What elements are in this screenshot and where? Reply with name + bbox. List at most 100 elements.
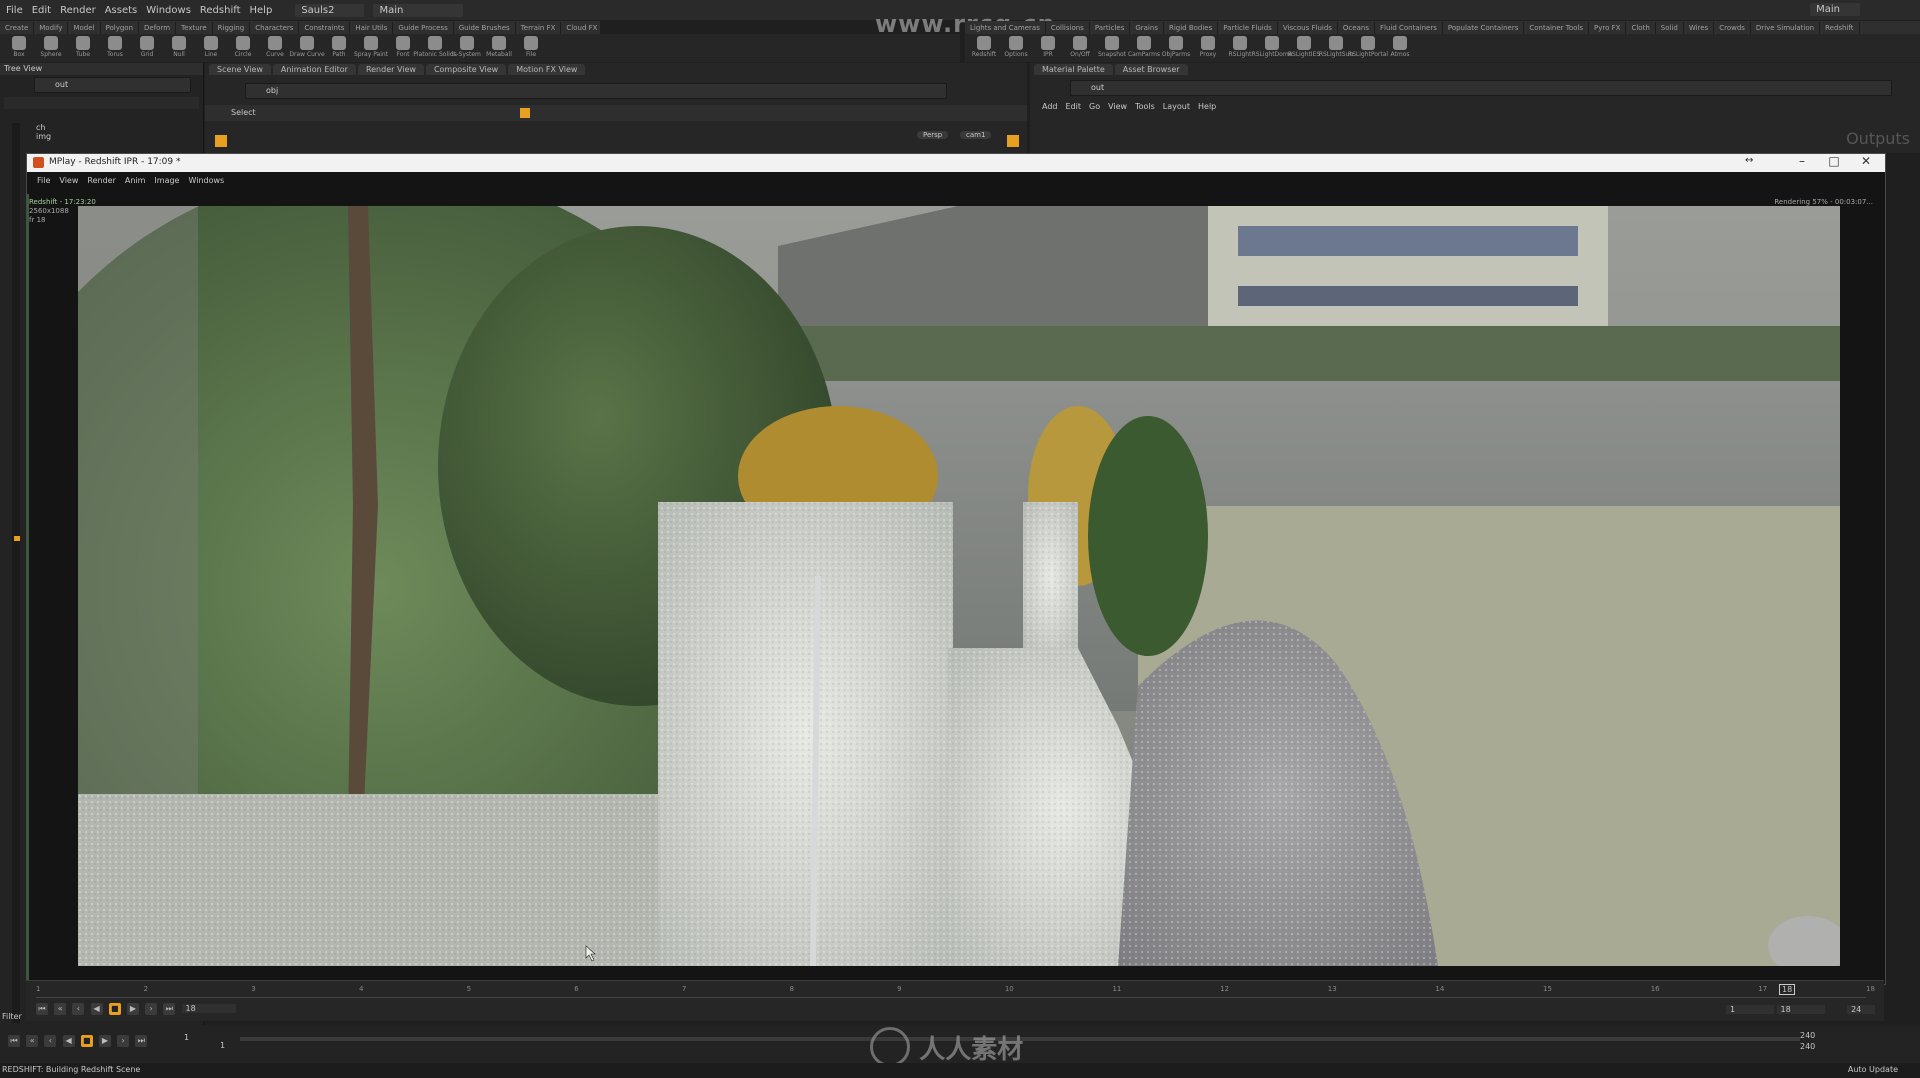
tool-file[interactable]: File [518, 36, 544, 58]
menu-render[interactable]: Render [60, 5, 96, 16]
tool-metaball[interactable]: Metaball [486, 36, 512, 58]
range-end-field[interactable]: 18 [1776, 1005, 1825, 1014]
shelf-tab-deform[interactable]: Deform [139, 21, 177, 34]
orange-select-icon[interactable] [520, 108, 530, 118]
step-back-button[interactable]: ‹ [72, 1003, 85, 1015]
shelf-tab-wires[interactable]: Wires [1684, 21, 1715, 34]
tool-rslightdome[interactable]: RSLightDome [1252, 36, 1292, 58]
scene-path-field[interactable]: obj [245, 83, 947, 99]
tool-proxy[interactable]: Proxy [1195, 36, 1221, 58]
shelf-tab-solid[interactable]: Solid [1656, 21, 1684, 34]
desktop-selector[interactable]: Sauls2 [295, 3, 365, 17]
tool-spray-paint[interactable]: Spray Paint [354, 36, 388, 58]
shelf-tab-cloud-fx[interactable]: Cloud FX [561, 22, 600, 34]
shelf-tab-lights-and-cameras[interactable]: Lights and Cameras [965, 21, 1046, 34]
tab-render-view[interactable]: Render View [357, 63, 424, 75]
mplay-pin-button[interactable]: ↔ [1745, 155, 1753, 166]
shelf-tab-particle-fluids[interactable]: Particle Fluids [1218, 21, 1278, 34]
tool-curve[interactable]: Curve [262, 36, 288, 58]
stop-button[interactable]: ■ [108, 1003, 121, 1015]
tool-rslighties[interactable]: RSLightIES [1288, 36, 1320, 58]
tab-composite-view[interactable]: Composite View [425, 63, 507, 75]
shelf-tab-grains[interactable]: Grains [1130, 21, 1164, 34]
main-frame-field-2[interactable]: 1 [220, 1041, 225, 1050]
tab-scene-view[interactable]: Scene View [209, 63, 271, 75]
shelf-tab-rigid-bodies[interactable]: Rigid Bodies [1164, 21, 1219, 34]
main-prev-key-button[interactable]: « [26, 1035, 39, 1047]
main-play-button[interactable]: ▶ [98, 1035, 111, 1047]
tool-snapshot[interactable]: Snapshot [1098, 36, 1126, 58]
mplay-menu-windows[interactable]: Windows [188, 176, 224, 185]
shelf-tab-drive-simulation[interactable]: Drive Simulation [1751, 21, 1821, 34]
frame-field[interactable]: 18 [181, 1004, 236, 1013]
network-menu-view[interactable]: View [1108, 102, 1127, 111]
shelf-tab-modify[interactable]: Modify [34, 21, 69, 34]
menu-edit[interactable]: Edit [32, 5, 51, 16]
tab-material-palette[interactable]: Material Palette [1034, 63, 1113, 75]
tool-redshift[interactable]: Redshift [971, 36, 997, 58]
menu-redshift[interactable]: Redshift [200, 5, 241, 16]
network-menu-tools[interactable]: Tools [1135, 102, 1155, 111]
menu-windows[interactable]: Windows [146, 5, 191, 16]
shelf-tab-redshift[interactable]: Redshift [1820, 21, 1860, 34]
shelf-tab-particles[interactable]: Particles [1090, 21, 1131, 34]
network-menu-layout[interactable]: Layout [1163, 102, 1190, 111]
auto-update-button[interactable]: Auto Update [1848, 1065, 1898, 1074]
tool-platonic-solids[interactable]: Platonic Solids [413, 36, 457, 58]
tool-sphere[interactable]: Sphere [38, 36, 64, 58]
tree-item-img[interactable]: img [0, 132, 203, 141]
shelf-tab-crowds[interactable]: Crowds [1714, 21, 1751, 34]
network-menu-edit[interactable]: Edit [1066, 102, 1082, 111]
last-frame-button[interactable]: ⏭ [163, 1003, 176, 1015]
shelf-tab-polygon[interactable]: Polygon [101, 21, 140, 34]
tool-objparms[interactable]: ObjParms [1162, 36, 1190, 58]
main-play-back-button[interactable]: ◀ [62, 1035, 75, 1047]
shelf-tab-guide-process[interactable]: Guide Process [393, 21, 454, 34]
tree-path-field[interactable]: out [34, 77, 191, 93]
tool-path[interactable]: Path [326, 36, 352, 58]
current-frame-badge[interactable]: 18 [1779, 984, 1796, 995]
tool-atmos[interactable]: Atmos [1387, 36, 1413, 58]
main-stop-button[interactable]: ■ [80, 1035, 93, 1047]
network-menu-add[interactable]: Add [1042, 102, 1058, 111]
tool-options[interactable]: Options [1003, 36, 1029, 58]
mplay-menu-image[interactable]: Image [154, 176, 179, 185]
tool-font[interactable]: Font [390, 36, 416, 58]
step-forward-button[interactable]: › [145, 1003, 158, 1015]
shelf-tab-rigging[interactable]: Rigging [213, 21, 251, 34]
network-menu-help[interactable]: Help [1198, 102, 1216, 111]
tool-null[interactable]: Null [166, 36, 192, 58]
tool-rslightsun[interactable]: RSLightSun [1319, 36, 1353, 58]
main-last-frame-button[interactable]: ⏭ [135, 1035, 148, 1047]
main-step-forward-button[interactable]: › [117, 1035, 130, 1047]
tool-circle[interactable]: Circle [230, 36, 256, 58]
shelf-tab-terrain-fx[interactable]: Terrain FX [516, 21, 562, 34]
minimize-button[interactable]: – [1789, 154, 1815, 168]
tool-line[interactable]: Line [198, 36, 224, 58]
maximize-button[interactable]: □ [1821, 154, 1847, 168]
mplay-menu-file[interactable]: File [37, 176, 50, 185]
shelf-tab-container-tools[interactable]: Container Tools [1524, 21, 1590, 34]
shelf-tab-model[interactable]: Model [68, 21, 101, 34]
shelf-tab-guide-brushes[interactable]: Guide Brushes [454, 21, 516, 34]
shelf-tab-create[interactable]: Create [0, 21, 35, 34]
tool-box[interactable]: Box [6, 36, 32, 58]
play-back-button[interactable]: ◀ [90, 1003, 103, 1015]
end-frame-top[interactable]: 240 [1800, 1031, 1815, 1040]
tool-camparms[interactable]: CamParms [1128, 36, 1160, 58]
menu-help[interactable]: Help [250, 5, 273, 16]
main-frame-field[interactable]: 1 [184, 1033, 189, 1042]
shelf-tab-cloth[interactable]: Cloth [1626, 21, 1656, 34]
mplay-menu-anim[interactable]: Anim [125, 176, 146, 185]
shelf-tab-hair-utils[interactable]: Hair Utils [350, 21, 394, 34]
main-first-frame-button[interactable]: ⏮ [8, 1035, 20, 1047]
tool-draw-curve[interactable]: Draw Curve [289, 36, 325, 58]
shelf-tab-texture[interactable]: Texture [176, 21, 213, 34]
select-tool-label[interactable]: Select [231, 108, 256, 117]
tool-torus[interactable]: Torus [102, 36, 128, 58]
mplay-menu-view[interactable]: View [59, 176, 78, 185]
close-button[interactable]: ✕ [1853, 154, 1879, 168]
shelf-tab-fluid-containers[interactable]: Fluid Containers [1375, 21, 1443, 34]
tab-motion-fx-view[interactable]: Motion FX View [508, 63, 586, 75]
tool-rslightportal[interactable]: RSLightPortal [1348, 36, 1388, 58]
